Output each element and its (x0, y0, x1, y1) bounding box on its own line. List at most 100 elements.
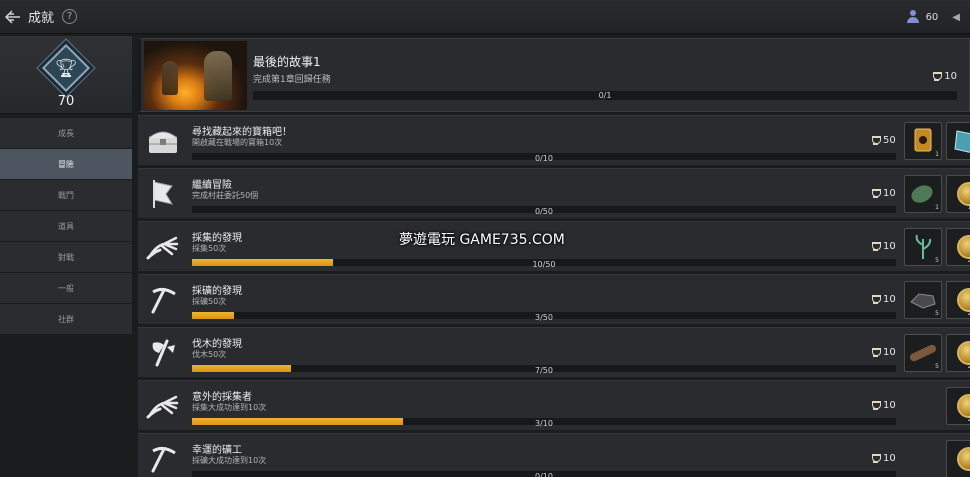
sidebar-item-social[interactable]: 社群 (0, 304, 132, 334)
trophy-icon (871, 294, 881, 305)
trophy-icon (871, 400, 881, 411)
achievement-title: 採礦的發現 (192, 286, 242, 297)
achievement-title: 繼續冒險 (192, 180, 232, 191)
achievement-desc: 採礦50次 (192, 297, 227, 306)
trophy-emblem-icon: 🏆︎ (41, 43, 91, 93)
story-illustration (144, 41, 247, 110)
achievement-desc: 採集50次 (192, 244, 227, 253)
gold-coin-icon (957, 447, 970, 471)
sidebar-item-general[interactable]: 一般 (0, 273, 132, 303)
user-count: 60 (925, 11, 939, 23)
achievement-desc: 採礦大成功達到10次 (192, 456, 267, 465)
reward-qty: 5 (935, 310, 939, 317)
gold-coin-icon (957, 235, 970, 259)
achievement-list[interactable]: 最後的故事1 完成第1章回歸任務 10 0/1 尋找藏起來的寶箱吧！ 開啟藏在戰… (138, 38, 970, 477)
reward-value: 10 (883, 453, 896, 464)
trophy-reward: 10 (871, 347, 896, 358)
reward-slot[interactable]: 5 (904, 228, 942, 266)
achievement-desc: 伐木50次 (192, 350, 227, 359)
progress-text: 0/10 (535, 472, 553, 477)
achievement-row[interactable]: 伐木的發現 伐木50次 7/50 10 5 20,0 (138, 327, 970, 377)
achievement-title: 伐木的發現 (192, 339, 242, 350)
gather-hand-icon (144, 228, 182, 266)
progress-text: 7/50 (535, 366, 553, 375)
chest-icon (144, 122, 182, 160)
sidebar-item-growth[interactable]: 成長 (0, 118, 132, 148)
featured-title: 最後的故事1 (253, 55, 321, 69)
category-nav: 成長 冒險 戰鬥 道具 對戰 一般 社群 (0, 118, 132, 334)
reward-value: 10 (883, 294, 896, 305)
help-icon[interactable]: ? (62, 9, 78, 24)
reward-qty: 1 (935, 151, 939, 158)
sidebar-item-pvp[interactable]: 對戰 (0, 242, 132, 272)
featured-reward: 10 (932, 71, 957, 82)
reward-value: 10 (883, 400, 896, 411)
achievement-desc: 開啟藏在戰場的寶箱10次 (192, 138, 283, 147)
trophy-summary: 🏆︎ 70 (0, 36, 132, 114)
reward-value: 10 (883, 241, 896, 252)
axe-icon (144, 334, 182, 372)
achievement-row[interactable]: 採礦的發現 採礦50次 3/50 10 5 20,0 (138, 274, 970, 324)
reward-slot[interactable]: 20,0 (946, 387, 970, 425)
reward-qty: 5 (935, 257, 939, 264)
sidebar-item-adventure[interactable]: 冒險 (0, 149, 132, 179)
trophy-reward: 10 (871, 188, 896, 199)
progress-text: 0/10 (535, 154, 553, 163)
reward-value: 10 (883, 188, 896, 199)
reward-value: 50 (883, 135, 896, 146)
gold-coin-icon (957, 288, 970, 312)
trophy-icon (871, 135, 881, 146)
expand-icon[interactable]: ◀ (952, 12, 960, 23)
achievement-title: 意外的採集者 (192, 392, 252, 403)
reward-qty: 5 (935, 363, 939, 370)
achievement-row[interactable]: 繼續冒險 完成村莊委託50個 0/50 10 1 10,0 (138, 168, 970, 218)
trophy-reward: 10 (871, 453, 896, 464)
achievement-row[interactable]: 幸運的礦工 採礦大成功達到10次 0/10 10 (138, 433, 970, 477)
trophy-reward: 10 (871, 400, 896, 411)
trophy-reward: 10 (871, 241, 896, 252)
gold-coin-icon (957, 182, 970, 206)
reward-slot[interactable]: 5 (904, 334, 942, 372)
reward-slot[interactable]: 1 (904, 175, 942, 213)
trophy-icon (871, 241, 881, 252)
featured-progress-text: 0/1 (598, 91, 612, 100)
achievement-title: 尋找藏起來的寶箱吧！ (192, 127, 292, 138)
achievement-row[interactable]: 尋找藏起來的寶箱吧！ 開啟藏在戰場的寶箱10次 0/10 50 1 (138, 115, 970, 165)
reward-slot[interactable]: 10,0 (946, 175, 970, 213)
gold-coin-icon (957, 341, 970, 365)
sidebar-item-combat[interactable]: 戰鬥 (0, 180, 132, 210)
reward-slot[interactable]: 20,0 (946, 281, 970, 319)
reward-value: 10 (883, 347, 896, 358)
pickaxe-icon (144, 281, 182, 319)
reward-slot[interactable] (946, 122, 970, 160)
back-arrow-icon (4, 9, 20, 24)
sidebar-item-items[interactable]: 道具 (0, 211, 132, 241)
reward-slot[interactable]: 20,0 (946, 228, 970, 266)
trophy-reward: 10 (871, 294, 896, 305)
top-right-status: 60 ◀ (906, 0, 960, 34)
trophy-icon (871, 453, 881, 464)
progress-text: 3/50 (535, 313, 553, 322)
featured-achievement[interactable]: 最後的故事1 完成第1章回歸任務 10 0/1 (138, 38, 970, 112)
reward-slot[interactable]: 1 (904, 122, 942, 160)
featured-reward-value: 10 (944, 71, 957, 82)
featured-desc: 完成第1章回歸任務 (253, 75, 331, 85)
trophy-icon (871, 188, 881, 199)
achievement-row[interactable]: 意外的採集者 採集大成功達到10次 3/10 10 20,0 (138, 380, 970, 430)
page-title: 成就 (28, 11, 55, 26)
reward-slot[interactable]: 20,0 (946, 334, 970, 372)
reward-slot[interactable] (946, 440, 970, 477)
gather-hand-icon (144, 387, 182, 425)
achievement-title: 幸運的礦工 (192, 445, 242, 456)
progress-text: 0/50 (535, 207, 553, 216)
user-icon (906, 10, 920, 24)
reward-qty: 1 (935, 204, 939, 211)
gold-coin-icon (957, 394, 970, 418)
trophy-icon (932, 71, 943, 82)
sidebar: 🏆︎ 70 成長 冒險 戰鬥 道具 對戰 一般 社群 (0, 36, 132, 477)
reward-slot[interactable]: 5 (904, 281, 942, 319)
back-button[interactable] (0, 0, 26, 34)
crystal-item-icon (947, 130, 970, 163)
top-bar: 成就 ? 60 ◀ (0, 0, 970, 34)
watermark: 夢遊電玩 GAME735.COM (399, 232, 565, 248)
